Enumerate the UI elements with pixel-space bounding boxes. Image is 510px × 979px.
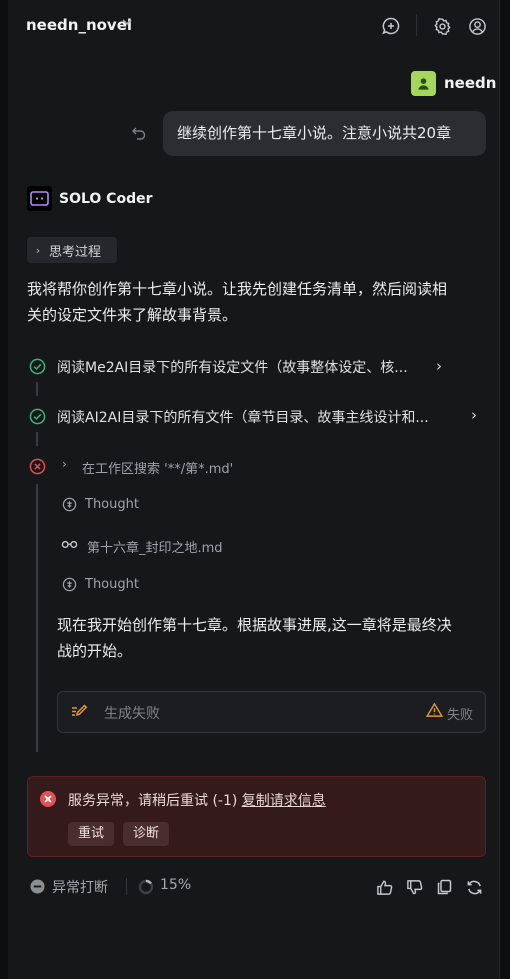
avatar [411,71,436,96]
solo-coder-icon [27,186,52,211]
failed-label: 失败 [447,708,474,723]
continuation-line: 现在我开始创作第十七章。根据故事进展,这一章将是最终决 [57,616,452,634]
chevron-right-icon[interactable]: › [471,406,477,424]
substep-label: Thought [85,497,139,512]
error-message: 服务异常，请稍后重试 (-1) [68,793,238,809]
substep-file[interactable]: 第十六章_封印之地.md [87,537,223,556]
timeline-connector [36,382,38,396]
thinking-toggle[interactable]: › 思考过程 [27,237,117,263]
diagnose-button[interactable]: 诊断 [123,822,170,846]
check-circle-icon [28,407,46,425]
gear-icon[interactable] [431,15,453,37]
intro-line: 我将帮你创作第十七章小说。让我先创建任务清单，然后阅读相 [27,280,448,298]
footer-divider [126,878,127,895]
status-text: 异常打断 [52,880,108,896]
assistant-name: SOLO Coder [59,191,153,207]
step-item[interactable]: 在工作区搜索 '**/第*.md' [82,458,233,477]
thinking-label: 思考过程 [49,244,102,260]
progress-text: 15% [160,877,192,893]
error-icon [39,790,57,812]
assistant-intro: 我将帮你创作第十七章小说。让我先创建任务清单，然后阅读相 关的设定文件来了解故事… [27,276,447,328]
timeline-connector [36,484,38,752]
step-item[interactable]: 阅读AI2AI目录下的所有文件（章节目录、故事主线设计和... [57,407,429,427]
thought-icon [60,495,78,513]
chevron-right-icon[interactable]: › [62,457,67,471]
warning-icon [425,702,444,722]
interrupted-icon [30,879,45,898]
regenerate-icon[interactable] [464,877,484,897]
continuation-line: 战的开始。 [57,642,133,660]
user-icon[interactable] [466,15,488,37]
error-circle-icon [28,457,46,475]
timeline-connector [36,432,38,446]
header-divider [416,14,417,36]
project-title[interactable]: needn_novel [26,14,132,36]
intro-line: 关的设定文件来了解故事背景。 [27,306,238,324]
check-circle-icon [28,357,46,375]
copy-request-info-link[interactable]: 复制请求信息 [242,793,326,809]
chevron-right-icon[interactable]: › [436,357,442,375]
right-scrollbar[interactable] [499,0,510,979]
new-chat-icon[interactable] [380,15,402,37]
thumbs-down-icon[interactable] [404,877,424,897]
edit-icon [70,703,88,723]
chevron-down-icon[interactable] [121,16,133,31]
user-name: needn [444,74,497,92]
step-item[interactable]: 阅读Me2AI目录下的所有设定文件（故事整体设定、核... [57,357,408,377]
retry-button[interactable]: 重试 [68,822,115,846]
substep-label: Thought [85,577,139,592]
chevron-right-icon: › [35,243,41,257]
glasses-icon [60,535,78,553]
thumbs-up-icon[interactable] [374,877,394,897]
error-message-row: 服务异常，请稍后重试 (-1) 复制请求信息 [68,790,326,810]
thought-icon [60,575,78,593]
generation-failed-text: 生成失败 [104,706,160,722]
left-rail [0,0,8,979]
user-message-bubble: 继续创作第十七章小说。注意小说共20章 [163,111,486,156]
copy-icon[interactable] [434,877,454,897]
undo-icon[interactable] [129,123,149,143]
assistant-continuation: 现在我开始创作第十七章。根据故事进展,这一章将是最终决 战的开始。 [57,612,452,664]
progress-ring [138,879,154,899]
